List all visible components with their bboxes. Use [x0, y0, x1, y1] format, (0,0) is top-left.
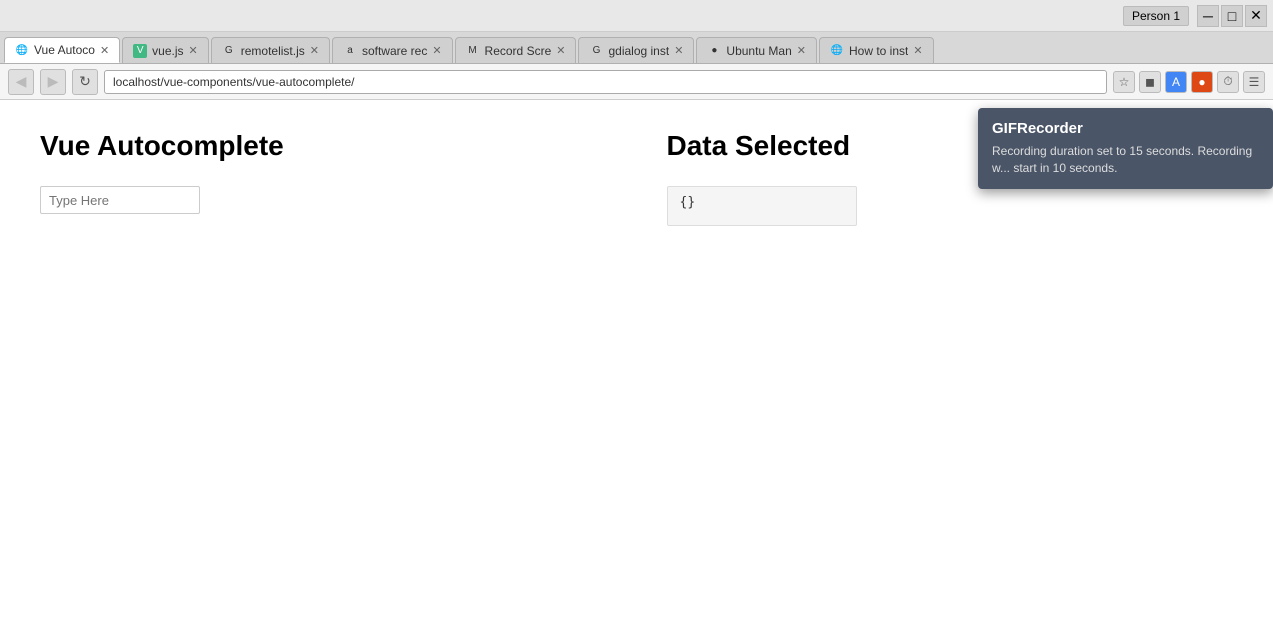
menu-icon[interactable]: ☰ — [1243, 71, 1265, 93]
tab-software-icon: a — [343, 44, 357, 58]
tab-howto-close[interactable]: ✕ — [913, 44, 922, 57]
address-bar[interactable]: localhost/vue-components/vue-autocomplet… — [104, 70, 1107, 94]
nav-icons: ☆ ◼ A ● ⏱ ☰ — [1113, 71, 1265, 93]
forward-button[interactable]: ▶ — [40, 69, 66, 95]
timer-icon[interactable]: ⏱ — [1217, 71, 1239, 93]
extension-icon-1[interactable]: ◼ — [1139, 71, 1161, 93]
data-display: {} — [667, 186, 857, 226]
tab-gdialog[interactable]: Ggdialog inst ✕ — [578, 37, 694, 63]
gif-recorder-message: Recording duration set to 15 seconds. Re… — [992, 143, 1259, 177]
tab-vuejs-close[interactable]: ✕ — [189, 44, 198, 57]
gif-recorder-popup: GIFRecorder Recording duration set to 15… — [978, 108, 1273, 189]
tab-software[interactable]: a software rec ✕ — [332, 37, 453, 63]
tab-howto[interactable]: 🌐 How to inst ✕ — [819, 37, 934, 63]
tab-gdialog-icon: G — [589, 44, 603, 58]
star-icon[interactable]: ☆ — [1113, 71, 1135, 93]
tab-remotelist-close[interactable]: ✕ — [310, 44, 319, 57]
autocomplete-title: Vue Autocomplete — [40, 130, 607, 162]
tab-vuejs-label: vue.js — [152, 44, 183, 58]
tab-vuejs[interactable]: Vvue.js ✕ — [122, 37, 209, 63]
browser-window: Person 1 ─ □ ✕ 🌐Vue Autoco✕Vvue.js✕Gremo… — [0, 0, 1273, 644]
back-button[interactable]: ◀ — [8, 69, 34, 95]
tab-howto-icon: 🌐 — [830, 44, 844, 58]
tab-ubuntu-icon: ● — [707, 44, 721, 58]
tab-gdialog-label: gdialog inst — [608, 44, 669, 58]
nav-bar: ◀ ▶ ↻ localhost/vue-components/vue-autoc… — [0, 64, 1273, 100]
autocomplete-section: Vue Autocomplete — [40, 130, 607, 226]
tab-vue-auto-icon: 🌐 — [15, 43, 29, 57]
minimize-button[interactable]: ─ — [1197, 5, 1219, 27]
tab-vue-auto[interactable]: 🌐 Vue Autoco ✕ — [4, 37, 120, 63]
page-content: Vue Autocomplete Data Selected {} GIFRec… — [0, 100, 1273, 644]
address-text: localhost/vue-components/vue-autocomplet… — [113, 75, 354, 89]
close-button[interactable]: ✕ — [1245, 5, 1267, 27]
extension-icon-3[interactable]: ● — [1191, 71, 1213, 93]
tab-remotelist-label: remotelist.js — [241, 44, 305, 58]
tab-remotelist[interactable]: Gremotelist.js ✕ — [211, 37, 330, 63]
tab-record-label: Record Scre — [485, 44, 552, 58]
tab-bar: 🌐 Vue Autoco ✕ Vvue.js ✕ Gremotelist.js ✕ asoft… — [0, 32, 1273, 64]
tab-vue-auto-close[interactable]: ✕ — [100, 44, 109, 57]
tab-remotelist-icon: G — [222, 44, 236, 58]
tab-record-close[interactable]: ✕ — [556, 44, 565, 57]
user-label: Person 1 — [1123, 6, 1189, 26]
tab-ubuntu-label: Ubuntu Man — [726, 44, 791, 58]
tab-software-close[interactable]: ✕ — [432, 44, 441, 57]
autocomplete-input[interactable] — [40, 186, 200, 214]
tab-gdialog-close[interactable]: ✕ — [674, 44, 683, 57]
tab-vue-auto-label: Vue Autoco — [34, 43, 95, 57]
tab-software-label: software rec — [362, 44, 427, 58]
tab-howto-label: How to inst — [849, 44, 908, 58]
tab-record[interactable]: M Record Scre ✕ — [455, 37, 577, 63]
extension-icon-2[interactable]: A — [1165, 71, 1187, 93]
tab-ubuntu[interactable]: ● Ubuntu Man ✕ — [696, 37, 817, 63]
gif-recorder-title: GIFRecorder — [992, 120, 1259, 137]
restore-button[interactable]: □ — [1221, 5, 1243, 27]
tab-record-icon: M — [466, 44, 480, 58]
tab-vuejs-icon: V — [133, 44, 147, 58]
reload-button[interactable]: ↻ — [72, 69, 98, 95]
title-bar: Person 1 ─ □ ✕ — [0, 0, 1273, 32]
tab-ubuntu-close[interactable]: ✕ — [797, 44, 806, 57]
